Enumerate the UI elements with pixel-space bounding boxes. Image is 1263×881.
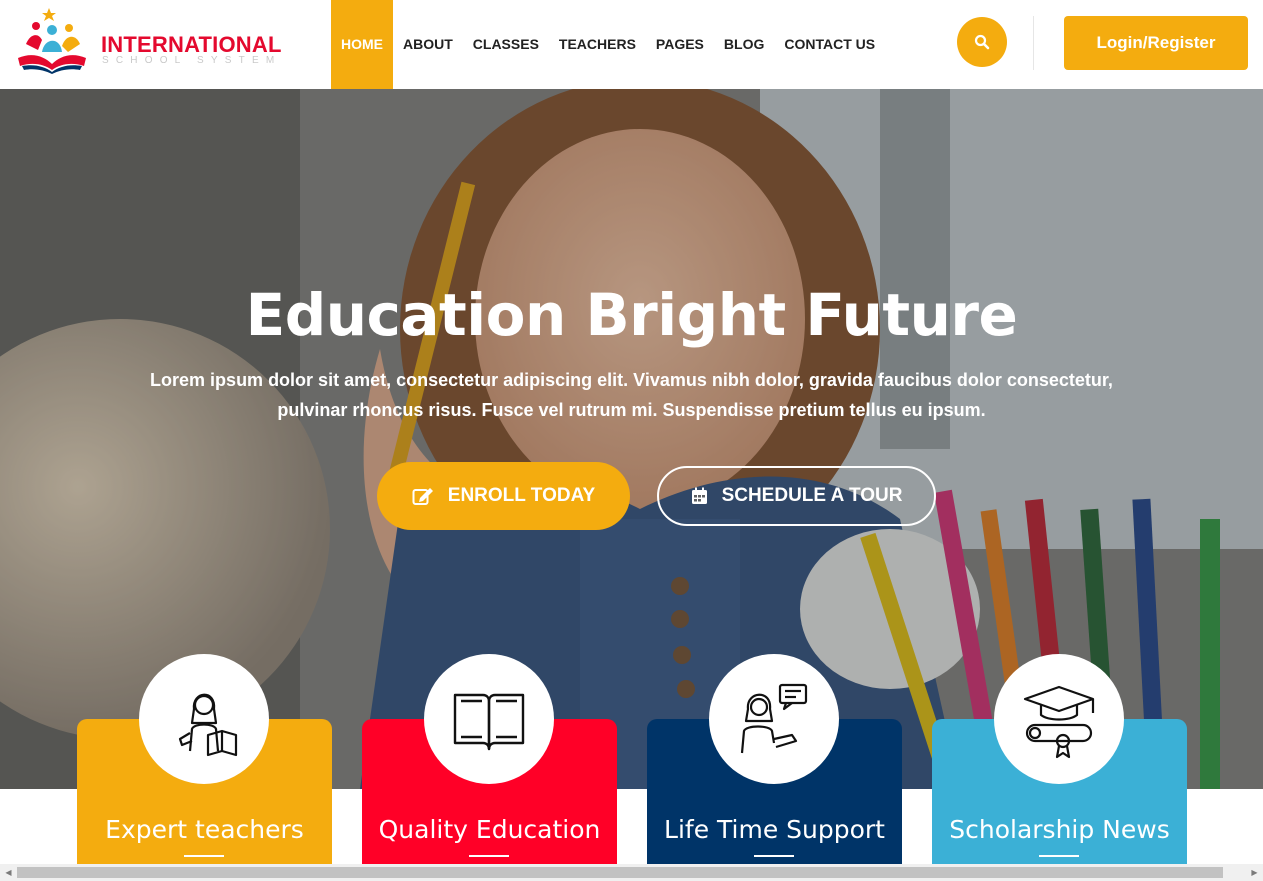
feature-title: Quality Education [378,815,601,844]
nav-item-classes[interactable]: CLASSES [463,0,549,89]
graduation-cap-icon [1023,685,1095,759]
feature-icon-circle [994,654,1124,784]
search-icon [974,34,990,50]
enroll-today-button[interactable]: ENROLL TODAY [377,462,630,530]
scroll-left-arrow-icon[interactable]: ◀ [0,864,17,881]
teacher-icon [178,693,238,757]
feature-icon-circle [139,654,269,784]
header-divider [1033,16,1034,70]
nav-item-teachers[interactable]: TEACHERS [549,0,646,89]
nav-item-home[interactable]: HOME [331,0,393,89]
login-register-button[interactable]: Login/Register [1064,16,1248,70]
feature-title: Expert teachers [105,815,304,844]
nav-item-pages[interactable]: PAGES [646,0,714,89]
feature-underline [1039,855,1079,857]
main-nav: HOME ABOUT CLASSES TEACHERS PAGES BLOG C… [331,0,885,89]
schedule-tour-label: SCHEDULE A TOUR [721,485,903,506]
hero-description: Lorem ipsum dolor sit amet, consectetur … [150,370,1113,420]
feature-underline [184,855,224,857]
feature-underline [469,855,509,857]
scrollbar-thumb[interactable] [17,867,1223,878]
book-icon [453,693,525,751]
edit-icon [412,488,433,505]
feature-icon-circle [424,654,554,784]
feature-title: Life Time Support [664,815,885,844]
enroll-today-label: ENROLL TODAY [447,485,596,506]
site-logo[interactable]: INTERNATIONAL SCHOOL SYSTEM [14,6,314,78]
hero-title: Education Bright Future [245,281,1018,349]
schedule-tour-button[interactable]: SCHEDULE A TOUR [657,466,936,526]
horizontal-scrollbar[interactable]: ◀ ▶ [0,864,1263,881]
feature-icon-circle [709,654,839,784]
site-header: INTERNATIONAL SCHOOL SYSTEM HOME ABOUT C… [0,0,1263,89]
scroll-right-arrow-icon[interactable]: ▶ [1246,864,1263,881]
search-button[interactable] [957,17,1007,67]
nav-item-blog[interactable]: BLOG [714,0,774,89]
calendar-icon [691,487,707,504]
feature-underline [754,855,794,857]
nav-item-about[interactable]: ABOUT [393,0,463,89]
support-icon [740,683,808,754]
brand-subtitle: SCHOOL SYSTEM [102,55,282,66]
feature-title: Scholarship News [949,815,1170,844]
logo-emblem-icon [18,8,86,74]
nav-item-contact-us[interactable]: CONTACT US [774,0,885,89]
